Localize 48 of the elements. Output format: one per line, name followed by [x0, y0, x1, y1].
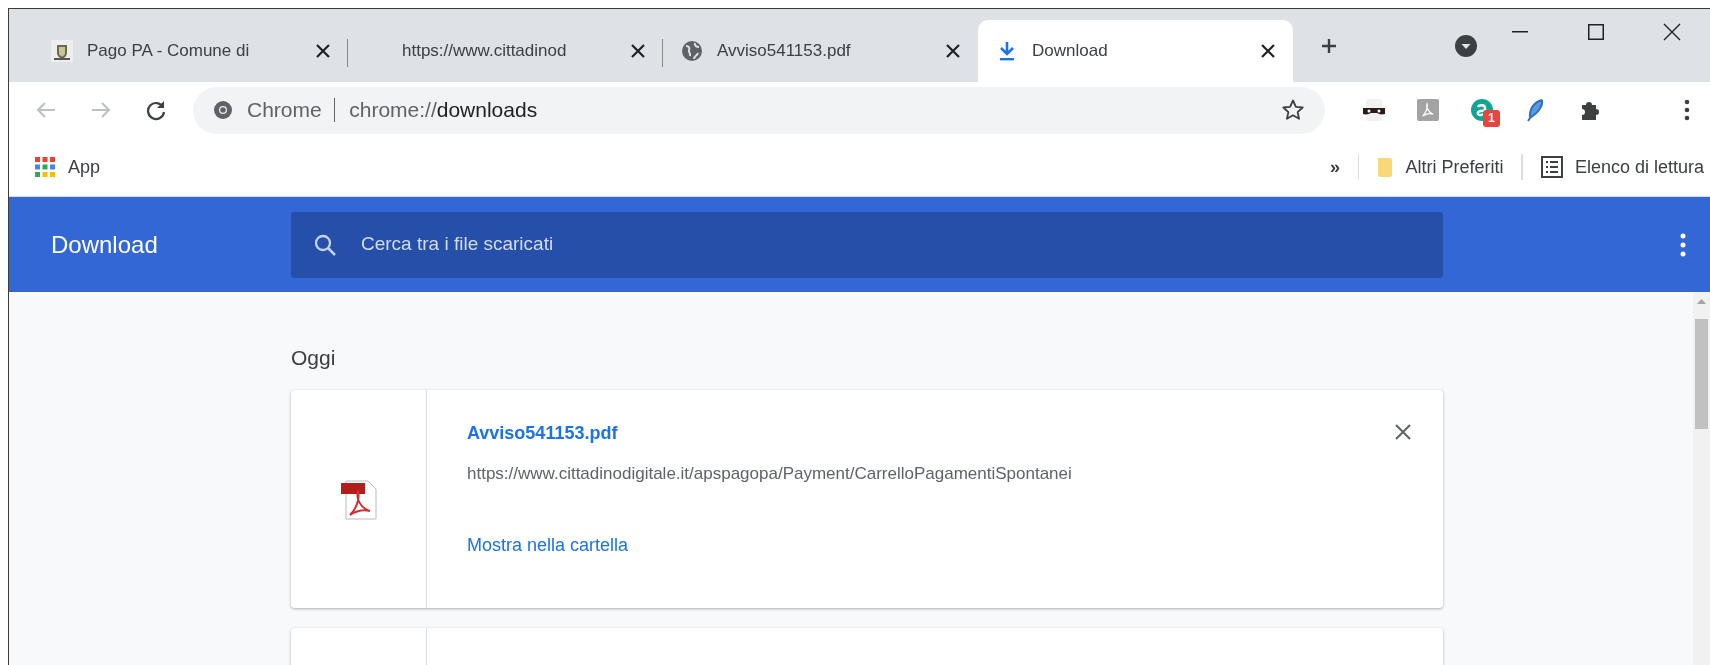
tab[interactable]: Download — [978, 20, 1293, 82]
close-tab-icon[interactable] — [316, 44, 330, 58]
reading-list-icon — [1540, 156, 1563, 178]
reading-list-button[interactable]: Elenco di lettura — [1574, 153, 1704, 181]
tab[interactable]: https://www.cittadinod — [348, 20, 663, 82]
scrollbar[interactable] — [1693, 292, 1710, 665]
tab[interactable]: Avviso541153.pdf — [663, 20, 978, 82]
bookmarks-overflow-button[interactable]: » — [1329, 153, 1340, 181]
apps-grid-icon[interactable] — [35, 157, 55, 177]
tab[interactable]: Pago PA - Comune di — [33, 20, 348, 82]
site-label: Chrome — [247, 97, 322, 124]
tab-title: Download — [1032, 40, 1109, 63]
file-name-link[interactable]: Avviso541153.pdf — [467, 420, 618, 447]
notification-badge: 1 — [1483, 110, 1500, 127]
apps-bookmark[interactable]: App — [68, 153, 101, 181]
tab-title: Pago PA - Comune di — [87, 40, 251, 63]
close-tab-icon[interactable] — [631, 44, 645, 58]
scrollbar-thumb[interactable] — [1695, 319, 1708, 429]
source-url: https://www.cittadinodigitale.it/apspagopa/Payment/CarrelloPagamentiSpontanei — [467, 463, 1072, 485]
minimize-icon[interactable] — [1512, 31, 1528, 33]
more-options-icon[interactable] — [1680, 232, 1686, 257]
close-icon[interactable] — [1663, 23, 1681, 41]
search-field[interactable]: Cerca tra i file scaricati — [361, 230, 1261, 259]
url-text: chrome://downloads — [349, 97, 538, 124]
remove-icon[interactable] — [1395, 424, 1411, 440]
reload-icon[interactable] — [145, 99, 167, 121]
close-tab-icon[interactable] — [946, 44, 960, 58]
menu-icon[interactable] — [1684, 99, 1690, 121]
close-tab-icon[interactable] — [1261, 44, 1275, 58]
star-icon[interactable] — [1281, 98, 1305, 122]
tab-title: Avviso541153.pdf — [717, 40, 852, 63]
page-title: Download — [51, 229, 159, 260]
maximize-icon[interactable] — [1588, 24, 1604, 40]
show-in-folder-link[interactable]: Mostra nella cartella — [467, 531, 629, 559]
bookmark-folder[interactable]: Altri Preferiti — [1405, 153, 1504, 181]
tab-search-icon[interactable] — [1455, 35, 1477, 57]
folder-icon — [1377, 155, 1394, 179]
pdf-file-icon — [339, 477, 378, 521]
chrome-logo-icon — [213, 100, 233, 120]
date-heading: Oggi — [291, 345, 337, 371]
mask-icon[interactable] — [1362, 98, 1386, 122]
tab-title: https://www.cittadinod — [402, 40, 568, 63]
address-bar[interactable]: Chrome chrome://downloads — [193, 86, 1325, 134]
search-icon — [313, 232, 337, 257]
new-tab-icon[interactable] — [1320, 37, 1338, 55]
crest-icon — [51, 40, 73, 62]
globe-icon — [681, 40, 703, 62]
search-bar[interactable]: Cerca tra i file scaricati — [291, 211, 1443, 278]
